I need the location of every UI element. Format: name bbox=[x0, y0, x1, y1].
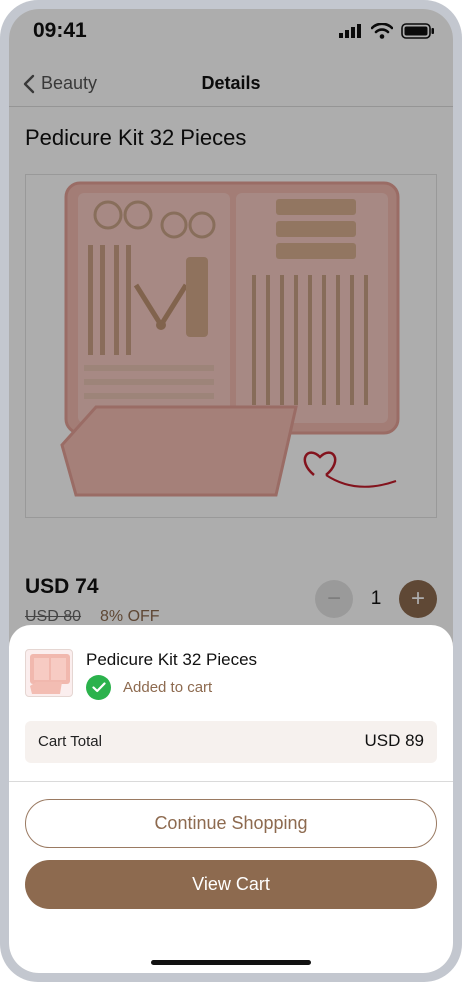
added-status-text: Added to cart bbox=[123, 679, 213, 696]
added-to-cart-sheet: Pedicure Kit 32 Pieces Added to cart Car… bbox=[9, 625, 453, 973]
cart-total-label: Cart Total bbox=[38, 733, 102, 750]
continue-shopping-button[interactable]: Continue Shopping bbox=[25, 799, 437, 848]
cart-total-row: Cart Total USD 89 bbox=[25, 721, 437, 763]
product-thumbnail bbox=[25, 649, 73, 697]
check-circle-icon bbox=[86, 675, 111, 700]
divider bbox=[9, 781, 453, 782]
sheet-product-name: Pedicure Kit 32 Pieces bbox=[86, 650, 258, 669]
added-status: Added to cart bbox=[86, 675, 212, 700]
screen: 09:41 Beauty Details Pedicure Kit 32 Pie… bbox=[9, 9, 453, 973]
device-frame: 09:41 Beauty Details Pedicure Kit 32 Pie… bbox=[0, 0, 462, 982]
view-cart-button[interactable]: View Cart bbox=[25, 860, 437, 909]
home-indicator bbox=[151, 960, 311, 965]
cart-total-value: USD 89 bbox=[364, 731, 424, 750]
